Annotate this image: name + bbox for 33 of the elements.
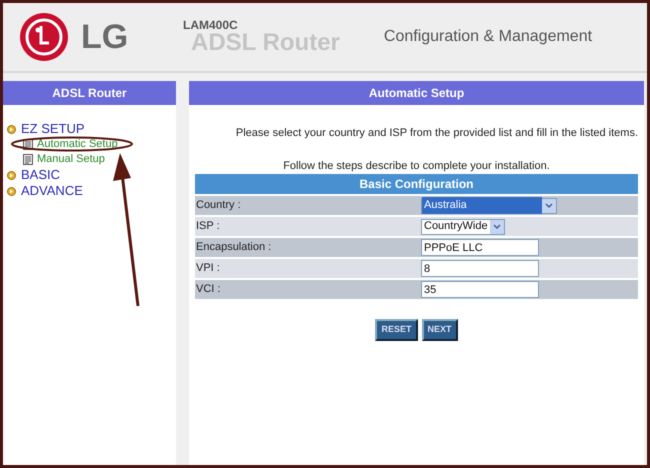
- input-field[interactable]: 35: [421, 281, 539, 298]
- field-label: ISP :: [195, 219, 221, 234]
- content-title: Automatic Setup: [189, 81, 644, 105]
- dropdown-value: CountryWide: [423, 219, 489, 234]
- menu-item[interactable]: BASIC: [21, 167, 60, 183]
- form-button[interactable]: NEXT: [422, 319, 458, 340]
- document-icon: [23, 154, 33, 165]
- field-label: VPI :: [195, 261, 221, 276]
- field-label: Country :: [195, 198, 242, 214]
- input-field[interactable]: PPPoE LLC: [421, 239, 539, 256]
- caret-icon: [542, 198, 556, 212]
- tagline: Configuration & Management: [384, 27, 592, 47]
- bullet-icon: [7, 124, 16, 134]
- logo-icon: [19, 12, 69, 62]
- input-field[interactable]: 8: [421, 260, 539, 277]
- model-name: LAM400C: [183, 19, 239, 31]
- bullet-icon: [7, 186, 16, 196]
- dropdown-value: Australia: [422, 197, 542, 214]
- submenu-item[interactable]: Manual Setup: [37, 152, 105, 167]
- caret-icon: [490, 220, 504, 234]
- brand-name: LG: [81, 16, 130, 58]
- menu-item[interactable]: EZ SETUP: [21, 121, 85, 137]
- form-button[interactable]: RESET: [375, 319, 418, 340]
- field-label: Encapsulation :: [195, 240, 272, 256]
- dropdown-field[interactable]: CountryWide: [421, 218, 505, 234]
- steps-text: Follow the steps describe to complete your installation.: [282, 158, 551, 174]
- bullet-icon: [7, 170, 16, 180]
- menu-item[interactable]: ADVANCE: [21, 183, 83, 199]
- dropdown-field[interactable]: Australia: [421, 198, 557, 214]
- intro-text: Please select your country and ISP from the provided list and fill in the listed items.: [234, 126, 639, 141]
- sidebar-title: ADSL Router: [3, 81, 176, 105]
- form-title: Basic Configuration: [195, 174, 638, 194]
- field-label: VCI :: [195, 282, 222, 298]
